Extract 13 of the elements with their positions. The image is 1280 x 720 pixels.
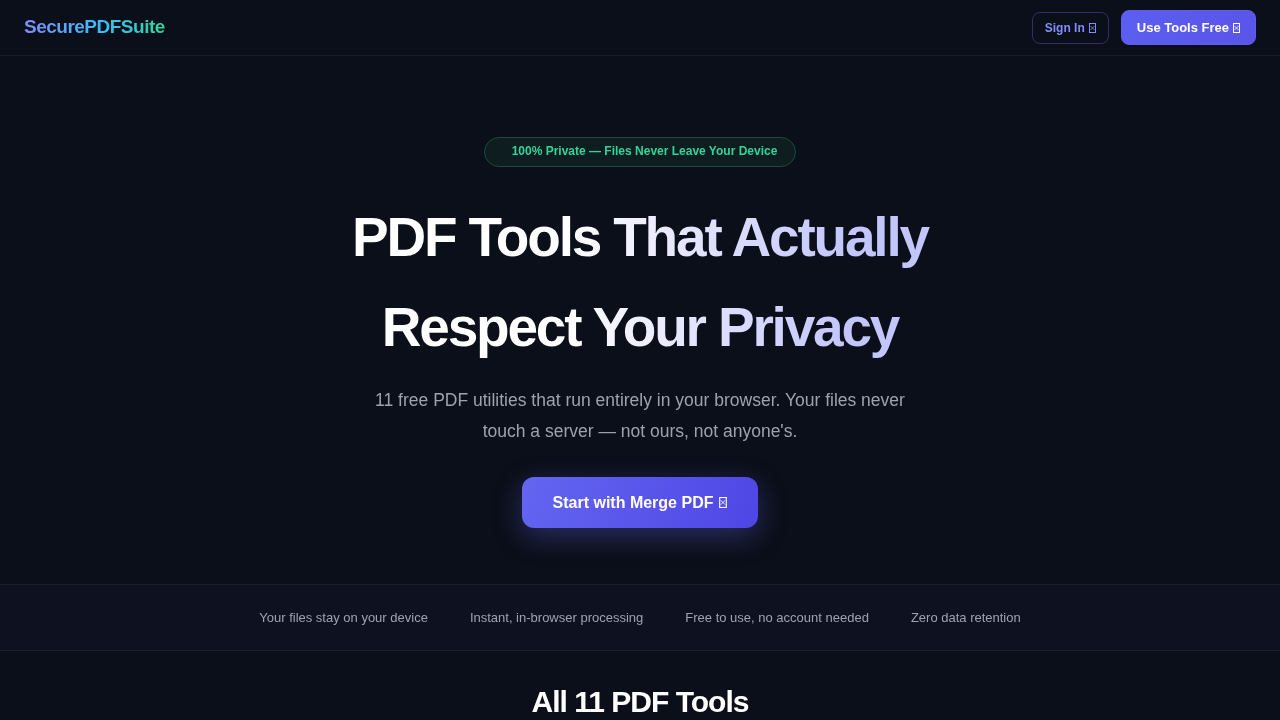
crossed-box-icon [719,497,728,509]
sign-in-button[interactable]: Sign In [1031,11,1109,44]
privacy-badge: 100% Private — Files Never Leave Your Device [483,137,797,168]
crossed-box-icon [1088,22,1096,33]
feature-text: Zero data retention [910,608,1021,627]
feature-text: Instant, in-browser processing [469,608,644,627]
hero-description: 11 free PDF utilities that run entirely in your browser. Your files never touch a server — not ours, not anyone's. [374,389,906,444]
use-tools-button[interactable]: Use Tools Free [1120,10,1256,45]
feature-text: Free to use, no account needed [685,608,869,627]
crossed-box-icon [1233,22,1240,33]
start-merge-button[interactable]: Start with Merge PDF [522,477,758,529]
section-heading: All 11 PDF Tools [531,685,749,719]
feature-text: Your files stay on your device [259,608,428,627]
